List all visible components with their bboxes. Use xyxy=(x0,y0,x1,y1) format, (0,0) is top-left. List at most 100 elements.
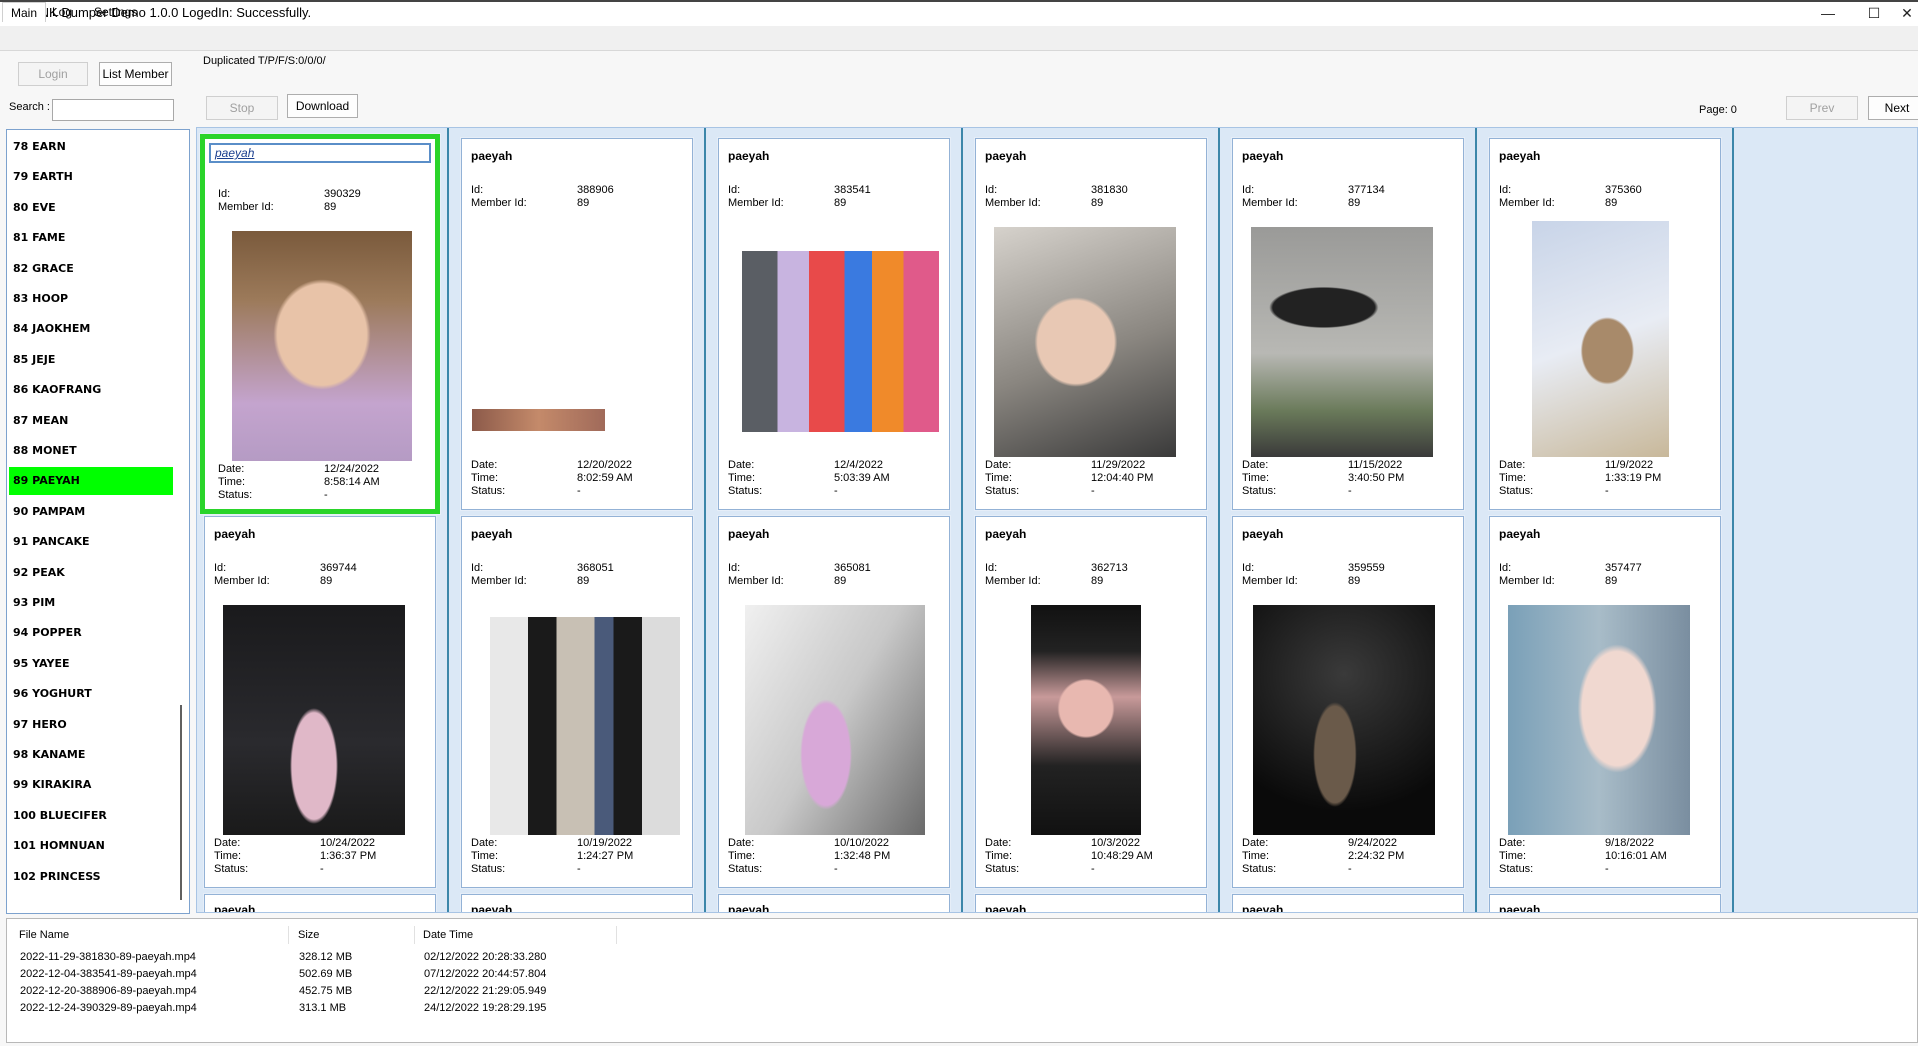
file-list-row[interactable]: 2022-12-20-388906-89-paeyah.mp4 452.75 MB… xyxy=(7,983,1907,1000)
post-thumbnail[interactable] xyxy=(1532,221,1669,457)
post-card[interactable]: paeyah Id: 390329 Member Id: 89 Date: 12/24/20… xyxy=(200,134,440,514)
member-item[interactable]: 82 GRACE xyxy=(9,255,173,283)
column-divider xyxy=(704,128,706,912)
post-card[interactable]: paeyah xyxy=(204,894,436,912)
post-thumbnail[interactable] xyxy=(994,227,1176,457)
post-card[interactable]: paeyah Id: 381830 Member Id: 89 Date: 11/29/20… xyxy=(975,138,1207,510)
member-item[interactable]: 97 HERO xyxy=(9,711,173,739)
post-card[interactable]: paeyah xyxy=(1489,894,1721,912)
post-card-date-value: 12/20/2022 xyxy=(577,459,633,471)
post-thumbnail[interactable] xyxy=(490,617,680,835)
close-icon[interactable]: ✕ xyxy=(1896,2,1918,24)
login-button[interactable]: Login xyxy=(18,62,88,86)
post-card[interactable]: paeyah xyxy=(1232,894,1464,912)
post-card[interactable]: paeyah Id: 383541 Member Id: 89 Date: 12/4/202… xyxy=(718,138,950,510)
file-list-header[interactable]: Size xyxy=(292,926,415,944)
post-card-time-label: Time: xyxy=(214,850,242,862)
member-item[interactable]: 88 MONET xyxy=(9,437,173,465)
member-item[interactable]: 92 PEAK xyxy=(9,559,173,587)
member-item[interactable]: 93 PIM xyxy=(9,589,173,617)
post-card[interactable]: paeyah Id: 375360 Member Id: 89 Date: 11/9/202… xyxy=(1489,138,1721,510)
file-list-header[interactable]: File Name xyxy=(13,926,289,944)
post-card-id-value: 388906 xyxy=(577,184,614,196)
post-card-status-label: Status: xyxy=(728,863,763,875)
member-item[interactable]: 101 HOMNUAN xyxy=(9,832,173,860)
post-card-status-value: - xyxy=(834,485,838,497)
post-thumbnail[interactable] xyxy=(1253,605,1435,835)
tab-settings[interactable]: Settings xyxy=(86,2,145,22)
download-button[interactable]: Download xyxy=(287,94,358,118)
post-card[interactable]: paeyah Id: 377134 Member Id: 89 Date: 11/15/20… xyxy=(1232,138,1464,510)
member-item[interactable]: 98 KANAME xyxy=(9,741,173,769)
post-thumbnail[interactable] xyxy=(1251,227,1433,457)
post-card-date-label: Date: xyxy=(1499,837,1526,849)
post-thumbnail[interactable] xyxy=(745,605,925,835)
post-card[interactable]: paeyah xyxy=(461,894,693,912)
post-card-time-value: 1:32:48 PM xyxy=(834,850,891,862)
post-card-member-id-value: 89 xyxy=(1348,575,1361,587)
member-item[interactable]: 85 JEJE xyxy=(9,346,173,374)
member-item[interactable]: 99 KIRAKIRA xyxy=(9,771,173,799)
post-card-date-value: 9/18/2022 xyxy=(1605,837,1654,849)
post-card[interactable]: paeyah xyxy=(975,894,1207,912)
member-item[interactable]: 90 PAMPAM xyxy=(9,498,173,526)
post-thumbnail[interactable] xyxy=(1031,605,1141,835)
maximize-icon[interactable]: ☐ xyxy=(1854,2,1894,24)
member-item[interactable]: 80 EVE xyxy=(9,194,173,222)
search-input[interactable] xyxy=(52,99,174,121)
post-card-date-label: Date: xyxy=(214,837,241,849)
member-item[interactable]: 95 YAYEE xyxy=(9,650,173,678)
member-item[interactable]: 79 EARTH xyxy=(9,163,173,191)
list-member-button[interactable]: List Member xyxy=(99,62,172,86)
post-thumbnail[interactable] xyxy=(223,605,405,835)
file-size: 328.12 MB xyxy=(299,951,353,963)
post-card-time-value: 1:36:37 PM xyxy=(320,850,377,862)
post-thumbnail[interactable] xyxy=(472,409,605,431)
stop-button[interactable]: Stop xyxy=(206,96,278,120)
file-list-row[interactable]: 2022-12-04-383541-89-paeyah.mp4 502.69 MB… xyxy=(7,966,1907,983)
post-card[interactable]: paeyah Id: 368051 Member Id: 89 Date: 10/19/20… xyxy=(461,516,693,888)
post-card-id-value: 365081 xyxy=(834,562,871,574)
post-thumbnail[interactable] xyxy=(742,251,939,432)
member-item[interactable]: 89 PAEYAH xyxy=(9,467,173,496)
minimize-icon[interactable]: — xyxy=(1808,2,1848,24)
next-button[interactable]: Next xyxy=(1868,96,1918,120)
file-list-row[interactable]: 2022-11-29-381830-89-paeyah.mp4 328.12 MB… xyxy=(7,949,1907,966)
member-item[interactable]: 86 KAOFRANG xyxy=(9,376,173,404)
member-item[interactable]: 78 EARN xyxy=(9,133,173,161)
member-item[interactable]: 87 MEAN xyxy=(9,407,173,435)
member-item[interactable]: 102 PRINCESS xyxy=(9,863,173,891)
post-card[interactable]: paeyah Id: 362713 Member Id: 89 Date: 10/3/202… xyxy=(975,516,1207,888)
post-card[interactable]: paeyah Id: 359559 Member Id: 89 Date: 9/24/202… xyxy=(1232,516,1464,888)
post-card-date-label: Date: xyxy=(1242,837,1269,849)
file-list-header[interactable]: Date Time xyxy=(417,926,617,944)
post-card-name: paeyah xyxy=(1499,527,1541,541)
member-item[interactable]: 83 HOOP xyxy=(9,285,173,313)
tab-log[interactable]: Log xyxy=(44,2,80,22)
post-thumbnail[interactable] xyxy=(1508,605,1690,835)
duplicated-status: Duplicated T/P/F/S:0/0/0/ xyxy=(203,55,326,67)
post-card[interactable]: paeyah Id: 388906 Member Id: 89 Date: 12/20/20… xyxy=(461,138,693,510)
member-item[interactable]: 94 POPPER xyxy=(9,619,173,647)
post-card[interactable]: paeyah Id: 369744 Member Id: 89 Date: 10/24/20… xyxy=(204,516,436,888)
post-card-status-value: - xyxy=(577,863,581,875)
post-thumbnail[interactable] xyxy=(232,231,412,461)
post-card-member-id-value: 89 xyxy=(324,201,337,213)
post-card[interactable]: paeyah Id: 365081 Member Id: 89 Date: 10/10/20… xyxy=(718,516,950,888)
prev-button[interactable]: Prev xyxy=(1786,96,1858,120)
post-card-date-label: Date: xyxy=(1499,459,1526,471)
post-card[interactable]: paeyah xyxy=(718,894,950,912)
post-card[interactable]: paeyah Id: 357477 Member Id: 89 Date: 9/18/202… xyxy=(1489,516,1721,888)
member-list-scrollbar[interactable] xyxy=(180,705,182,900)
file-list-row[interactable]: 2022-12-24-390329-89-paeyah.mp4 313.1 MB 2… xyxy=(7,1000,1907,1017)
post-card-date-value: 10/10/2022 xyxy=(834,837,890,849)
member-item[interactable]: 96 YOGHURT xyxy=(9,680,173,708)
tab-main[interactable]: Main xyxy=(2,2,47,22)
member-list[interactable]: 78 EARN 79 EARTH 80 EVE 81 FAME 82 GRACE 83 H… xyxy=(6,129,190,914)
post-card-name: paeyah xyxy=(209,143,431,163)
search-label: Search : xyxy=(9,101,50,113)
member-item[interactable]: 84 JAOKHEM xyxy=(9,315,173,343)
member-item[interactable]: 100 BLUECIFER xyxy=(9,802,173,830)
member-item[interactable]: 91 PANCAKE xyxy=(9,528,173,556)
member-item[interactable]: 81 FAME xyxy=(9,224,173,252)
